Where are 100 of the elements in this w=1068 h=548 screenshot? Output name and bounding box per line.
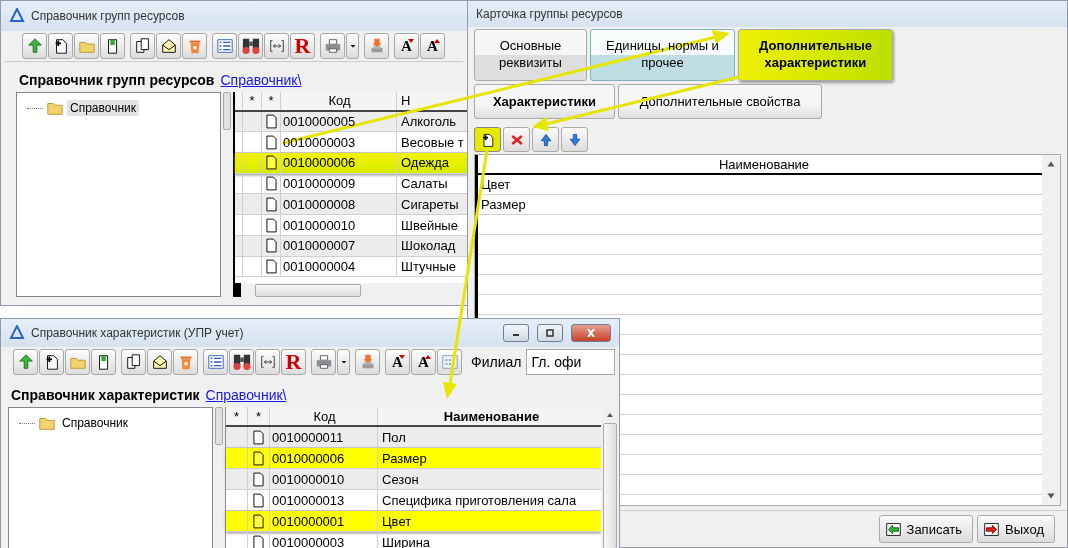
table-cell-text: Сезон [381, 470, 420, 489]
arrow-right-icon [983, 520, 1001, 538]
table-cell: 0010000005 [281, 111, 397, 132]
page-icon [253, 471, 264, 487]
close-icon [585, 329, 597, 337]
table-row[interactable]: 0010000010 Швейные [235, 215, 467, 236]
breadcrumb-link[interactable]: Справочник\ [220, 72, 302, 88]
table-cell-text: Цвет [381, 512, 413, 531]
table-cell: 0010000009 [281, 173, 397, 194]
printer-icon [323, 37, 342, 55]
toolbar-button[interactable] [100, 33, 125, 59]
table-cell: 0010000013 [270, 490, 378, 510]
tab[interactable]: Дополнительные характеристики [738, 29, 893, 81]
tab[interactable]: Дополнительные свойства [618, 84, 822, 119]
tab[interactable]: Характеристики [474, 84, 615, 119]
brackets-icon [258, 353, 277, 371]
table-cell: 0010000006 [270, 448, 378, 468]
column-header[interactable]: Код [281, 92, 397, 110]
dialog-button[interactable]: Выход [977, 515, 1055, 543]
table-cell-text: Одежда [400, 154, 450, 173]
page-icon [265, 238, 277, 254]
toolbar-button[interactable] [48, 33, 73, 59]
column-header[interactable]: Наименование [486, 155, 1042, 173]
page-icon [265, 134, 277, 150]
table-cell-text: Пол [381, 428, 407, 447]
toolbar-button[interactable] [203, 349, 228, 375]
table-row[interactable]: 0010000006 Размер [226, 448, 601, 469]
page-icon [253, 450, 264, 466]
toolbar-button[interactable] [121, 349, 146, 375]
column-header[interactable]: Н [397, 92, 467, 110]
toolbar-button[interactable]: A [394, 33, 419, 59]
list-icon [206, 353, 225, 371]
toolbar-button[interactable] [474, 127, 501, 152]
arrow-up-icon [25, 37, 44, 55]
table-cell: 0010000003 [281, 132, 397, 153]
tree-item[interactable]: Справочник [59, 415, 131, 431]
page-icon [265, 114, 277, 130]
window-title: Карточка группы ресурсов [476, 7, 623, 21]
page-icon [253, 513, 264, 529]
vertical-scrollbar[interactable] [601, 407, 619, 548]
window-title: Справочник характеристик (УПР учет) [31, 326, 245, 340]
toolbar-button[interactable]: R [290, 33, 315, 59]
table-cell: 0010000006 [281, 153, 397, 173]
table-row[interactable]: 0010000007 Шоколад [235, 235, 467, 257]
column-header[interactable]: * [243, 92, 262, 110]
printer-icon [314, 353, 333, 371]
column-header[interactable]: Наименование [378, 407, 601, 425]
toolbar-button[interactable] [91, 349, 116, 375]
table-row[interactable]: 0010000006 Одежда [235, 153, 467, 174]
page-icon [265, 196, 277, 212]
tree-item[interactable]: Справочник [67, 100, 139, 116]
list-icon [215, 37, 234, 55]
table-cell-text: Сигареты [400, 195, 460, 214]
toolbar-button[interactable] [238, 33, 263, 59]
filter-label: Филиал [471, 354, 522, 370]
table-cell-text: Салаты [400, 175, 449, 194]
table-row[interactable]: 0010000008 Сигареты [235, 194, 467, 216]
toolbar-button[interactable] [229, 349, 254, 375]
toolbar-button[interactable]: A [411, 349, 436, 375]
toolbar-button[interactable] [147, 349, 172, 375]
branch-field[interactable]: Гл. офи [526, 349, 615, 375]
table-cell: 0010000010 [281, 215, 397, 235]
toolbar-button[interactable]: A [420, 33, 445, 59]
toolbar-button[interactable] [212, 33, 237, 59]
table-cell: Размер [481, 197, 526, 212]
table-cell: 0010000011 [270, 427, 378, 447]
pages-icon [124, 353, 143, 371]
toolbar-button[interactable] [130, 33, 155, 59]
vertical-scrollbar[interactable] [1042, 155, 1060, 505]
directory-heading: Справочник групп ресурсов [19, 72, 215, 88]
table-row[interactable]: 0010000004 Штучные [235, 256, 467, 278]
envelope-icon [150, 353, 169, 371]
column-header[interactable]: Код [270, 407, 378, 425]
directory-heading: Справочник характеристик [11, 387, 200, 403]
toolbar-button[interactable]: A [385, 349, 410, 375]
column-header[interactable]: * [248, 407, 270, 425]
breadcrumb-link[interactable]: Справочник\ [205, 387, 287, 403]
pages-icon [133, 37, 152, 55]
minimize-button[interactable] [503, 324, 529, 342]
table-cell-text: Алкоголь [400, 113, 458, 132]
toolbar-button[interactable] [156, 33, 181, 59]
column-header[interactable]: * [226, 407, 248, 425]
toolbar-button[interactable] [39, 349, 64, 375]
close-button[interactable] [571, 324, 611, 342]
table-row[interactable]: 0010000001 Цвет [226, 511, 601, 532]
column-header[interactable]: * [262, 92, 281, 110]
maximize-button[interactable] [537, 324, 563, 342]
table-row[interactable]: 0010000010 Сезон [226, 469, 601, 490]
splitter-handle[interactable] [215, 407, 223, 445]
tab[interactable]: Основные реквизиты [474, 29, 587, 81]
horizontal-scrollbar[interactable] [235, 283, 467, 297]
splitter-handle[interactable] [223, 92, 231, 130]
toolbar-button[interactable]: R [281, 349, 306, 375]
table-cell: 0010000008 [281, 194, 397, 215]
envelope-icon [159, 37, 178, 55]
maximize-icon [544, 329, 556, 337]
dialog-button[interactable]: Записать [878, 515, 974, 543]
table-row[interactable]: 0010000011 Пол [226, 427, 601, 448]
window-title: Справочник групп ресурсов [31, 9, 185, 23]
page-icon [253, 492, 264, 508]
